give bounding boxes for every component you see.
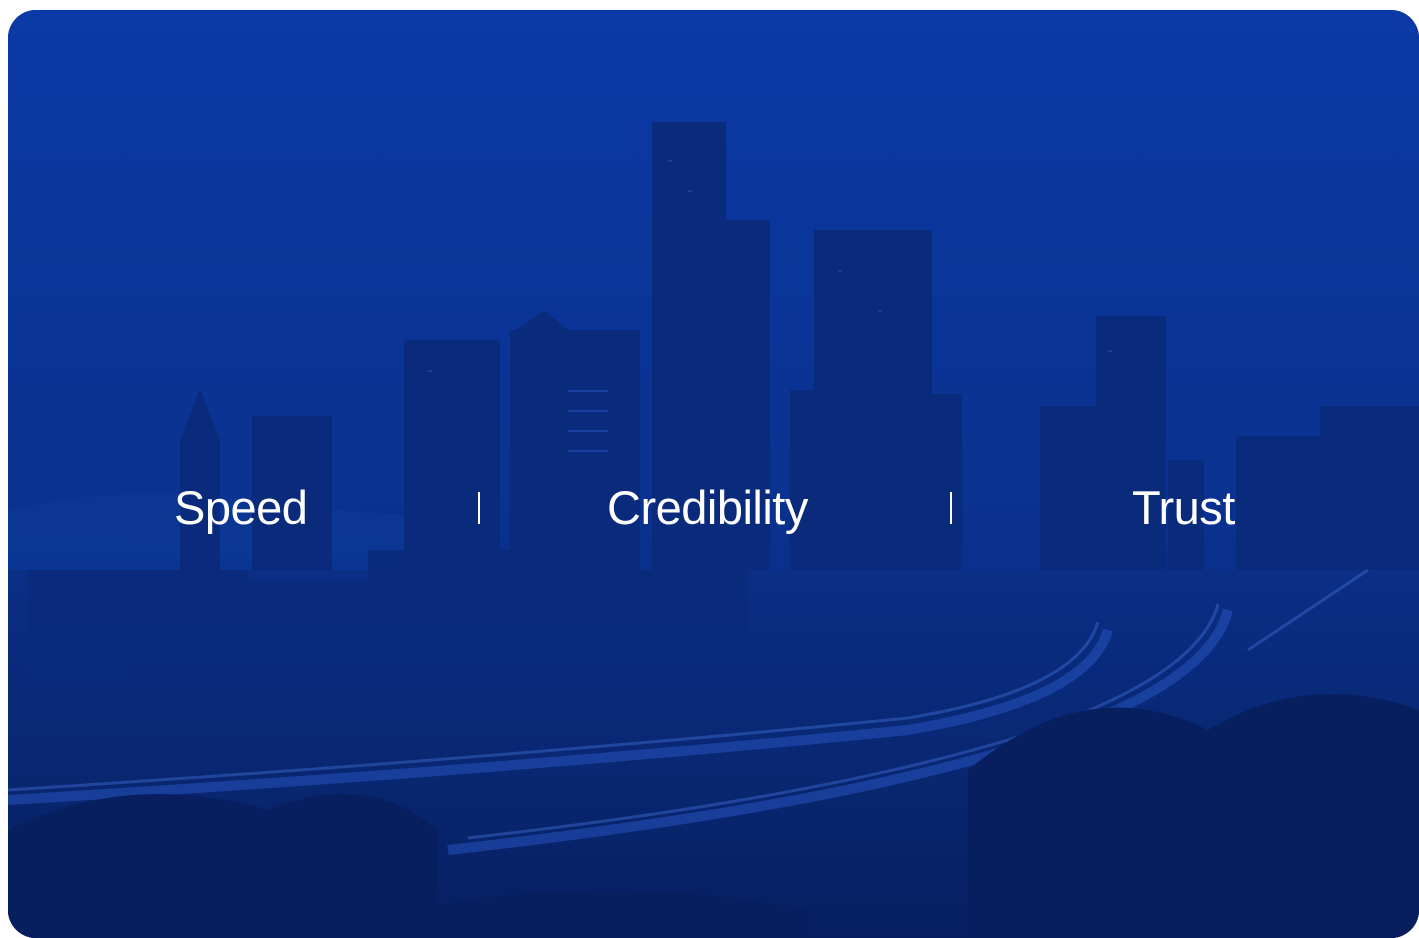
pillar-trust: Trust	[1132, 481, 1235, 534]
pillar-credibility: Credibility	[607, 481, 808, 534]
pillar-separator	[950, 492, 952, 524]
city-skyline-image	[8, 10, 1419, 938]
pillar-speed: Speed	[174, 481, 308, 534]
pillar-separator	[478, 492, 480, 524]
hero-banner: Speed Credibility Trust	[8, 10, 1419, 938]
pillars-row: Speed Credibility Trust	[8, 480, 1419, 540]
